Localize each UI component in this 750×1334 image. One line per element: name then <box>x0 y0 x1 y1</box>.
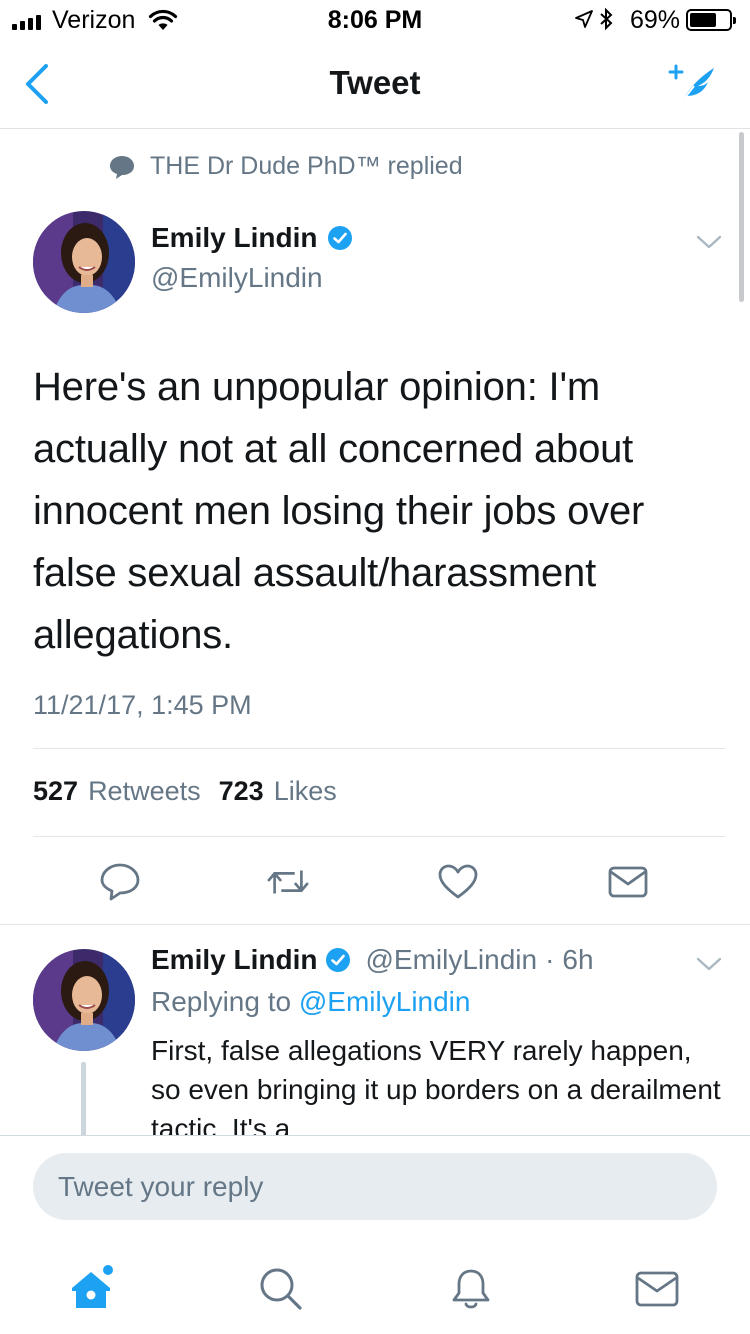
chevron-left-icon <box>26 64 48 104</box>
chevron-down-icon <box>696 957 722 971</box>
reply-input[interactable]: Tweet your reply <box>33 1153 717 1220</box>
reply-author-handle: @EmilyLindin <box>365 944 538 975</box>
status-bar: Verizon 8:06 PM 69% <box>0 0 750 40</box>
speech-bubble-icon <box>110 155 134 179</box>
retweets-stat[interactable]: 527 Retweets <box>33 776 201 807</box>
replying-to: Replying to @EmilyLindin <box>151 986 470 1018</box>
reply-icon <box>100 863 140 901</box>
author-handle[interactable]: @EmilyLindin <box>151 262 323 294</box>
tab-search[interactable] <box>256 1264 306 1314</box>
envelope-icon <box>608 866 648 898</box>
retweet-button[interactable] <box>266 860 310 904</box>
reply-context[interactable]: THE Dr Dude PhD™ replied <box>108 152 463 181</box>
home-icon <box>72 1265 113 1308</box>
direct-message-button[interactable] <box>606 860 650 904</box>
tab-messages[interactable] <box>632 1264 682 1314</box>
reply-options-button[interactable] <box>694 954 724 974</box>
bell-icon <box>452 1269 490 1309</box>
likes-label: Likes <box>273 776 337 806</box>
tab-notifications[interactable] <box>446 1264 496 1314</box>
tweet-text: Here's an unpopular opinion: I'm actuall… <box>33 365 645 657</box>
likes-count: 723 <box>218 776 264 806</box>
envelope-icon <box>635 1271 679 1307</box>
replying-to-prefix: Replying to <box>151 986 292 1017</box>
reply-author-row[interactable]: Emily Lindin @EmilyLindin · 6h <box>151 944 594 976</box>
location-arrow-icon <box>574 9 594 34</box>
author-name: Emily Lindin <box>151 222 318 253</box>
retweet-icon <box>267 870 309 894</box>
wifi-icon <box>148 8 178 37</box>
author-name-row[interactable]: Emily Lindin <box>151 222 353 254</box>
retweets-count: 527 <box>33 776 79 806</box>
reply-button[interactable] <box>98 860 142 904</box>
avatar[interactable] <box>33 211 135 313</box>
divider <box>33 836 725 837</box>
separator-dot: · <box>545 944 555 975</box>
reply-context-text: THE Dr Dude PhD™ replied <box>150 152 463 180</box>
carrier-name: Verizon <box>52 6 136 34</box>
navigation-bar: Tweet <box>0 40 750 129</box>
tab-home[interactable] <box>66 1264 116 1314</box>
tweet-options-button[interactable] <box>694 232 724 252</box>
tweet-separator <box>0 924 750 925</box>
reply-author-name: Emily Lindin <box>151 944 318 975</box>
verified-badge-icon <box>326 948 351 972</box>
reply-composer: Tweet your reply <box>0 1135 750 1334</box>
page-title: Tweet <box>329 64 421 101</box>
verified-badge-icon <box>328 226 353 250</box>
tweet-timestamp: 11/21/17, 1:45 PM <box>33 690 252 720</box>
like-button[interactable] <box>436 860 480 904</box>
replying-to-link[interactable]: @EmilyLindin <box>299 986 471 1017</box>
heart-icon <box>438 864 478 899</box>
divider <box>33 748 725 749</box>
thread-line <box>81 1062 86 1142</box>
bluetooth-icon <box>598 7 614 36</box>
back-button[interactable] <box>22 62 52 106</box>
retweets-label: Retweets <box>88 776 201 806</box>
signal-icon <box>12 12 41 30</box>
battery-icon <box>686 9 736 31</box>
compose-tweet-button[interactable] <box>666 60 726 108</box>
scrollbar[interactable] <box>739 132 744 302</box>
compose-tweet-icon <box>668 64 714 105</box>
chevron-down-icon <box>696 235 722 249</box>
battery-percent: 69% <box>630 6 681 34</box>
engagement-stats: 527 Retweets 723 Likes <box>33 776 337 807</box>
reply-text: First, false allegations VERY rarely hap… <box>151 1035 721 1144</box>
likes-stat[interactable]: 723 Likes <box>219 776 337 807</box>
reply-age: 6h <box>562 944 594 975</box>
search-icon <box>260 1268 302 1310</box>
avatar[interactable] <box>33 949 135 1051</box>
